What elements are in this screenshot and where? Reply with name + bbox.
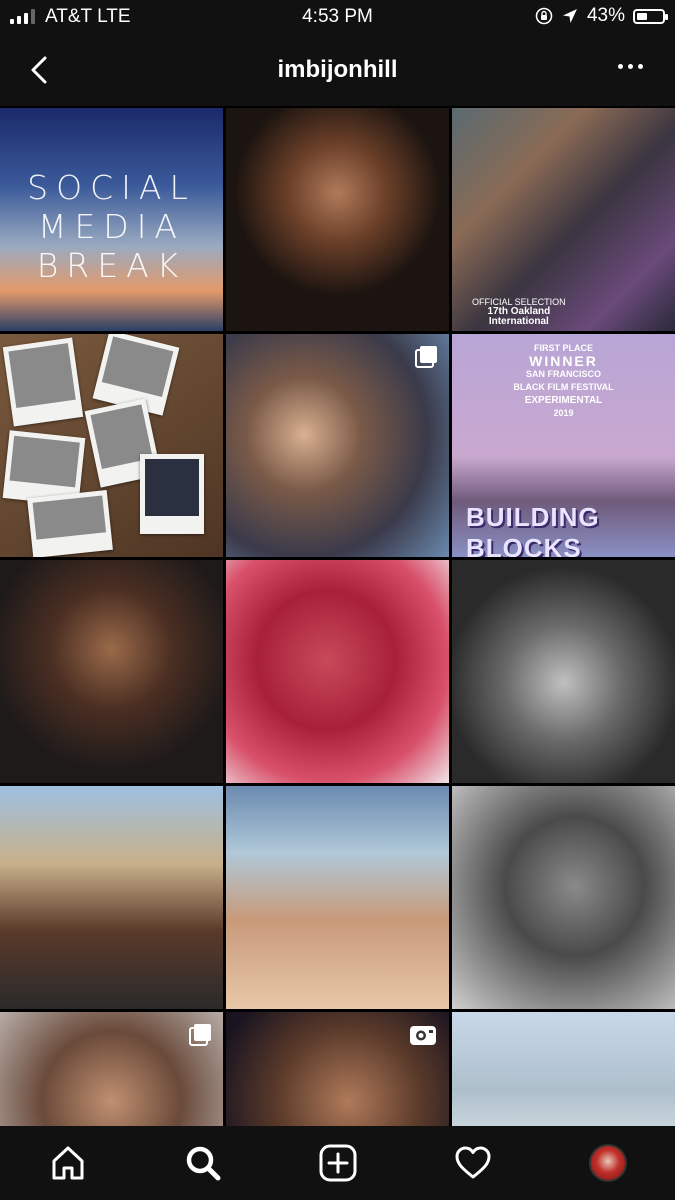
post-tile[interactable] xyxy=(0,1012,223,1126)
post-tile[interactable] xyxy=(452,1012,675,1126)
home-icon xyxy=(52,1146,83,1180)
post-tile[interactable] xyxy=(226,560,449,783)
tab-profile[interactable] xyxy=(580,1135,636,1191)
post-tile[interactable] xyxy=(0,786,223,1009)
post-tile[interactable] xyxy=(452,560,675,783)
post-tile[interactable] xyxy=(226,108,449,331)
profile-avatar xyxy=(588,1144,627,1182)
post-tile[interactable] xyxy=(452,786,675,1009)
bottom-tab-bar xyxy=(0,1126,675,1200)
battery-icon xyxy=(633,8,668,24)
award-laurel: FIRST PLACE WINNER SAN FRANCISCO BLACK F… xyxy=(513,343,614,418)
post-grid: SOCIAL MEDIA BREAK OFFICIAL SELECTION 17… xyxy=(0,108,675,1126)
heart-icon xyxy=(455,1146,490,1179)
multiple-posts-icon xyxy=(415,346,437,368)
tab-new-post[interactable] xyxy=(310,1135,366,1191)
post-tile[interactable] xyxy=(226,1012,449,1126)
location-arrow-icon xyxy=(562,9,577,23)
tab-home[interactable] xyxy=(40,1135,96,1191)
battery-percentage: 43% xyxy=(586,5,625,26)
polaroid-photo xyxy=(2,337,84,427)
polaroid-photo xyxy=(27,489,113,557)
status-bar: AT&T LTE 4:53 PM 43% xyxy=(0,0,675,34)
festival-badge: OFFICIAL SELECTION 17th Oakland Internat… xyxy=(472,297,566,327)
orientation-lock-icon xyxy=(535,7,553,25)
video-camera-icon xyxy=(410,1026,436,1045)
tab-activity[interactable] xyxy=(445,1135,501,1191)
profile-header: imbijonhill xyxy=(0,34,675,106)
more-options-button[interactable] xyxy=(618,64,643,69)
username-title: imbijonhill xyxy=(277,56,398,83)
social-media-break-text: SOCIAL MEDIA BREAK xyxy=(27,168,196,285)
multiple-posts-icon xyxy=(189,1024,211,1046)
post-tile[interactable]: SOCIAL MEDIA BREAK xyxy=(0,108,223,331)
building-blocks-title: BUILDING BLOCKS xyxy=(466,502,600,557)
search-icon xyxy=(186,1146,220,1181)
add-post-icon xyxy=(319,1144,356,1182)
post-tile[interactable]: OFFICIAL SELECTION 17th Oakland Internat… xyxy=(452,108,675,331)
polaroid-photo xyxy=(140,454,204,534)
post-tile[interactable]: FIRST PLACE WINNER SAN FRANCISCO BLACK F… xyxy=(452,334,675,557)
post-tile[interactable] xyxy=(226,786,449,1009)
more-horizontal-icon xyxy=(618,64,623,69)
tab-search[interactable] xyxy=(175,1135,231,1191)
post-tile[interactable] xyxy=(0,560,223,783)
post-tile[interactable] xyxy=(226,334,449,557)
post-tile[interactable] xyxy=(0,334,223,557)
